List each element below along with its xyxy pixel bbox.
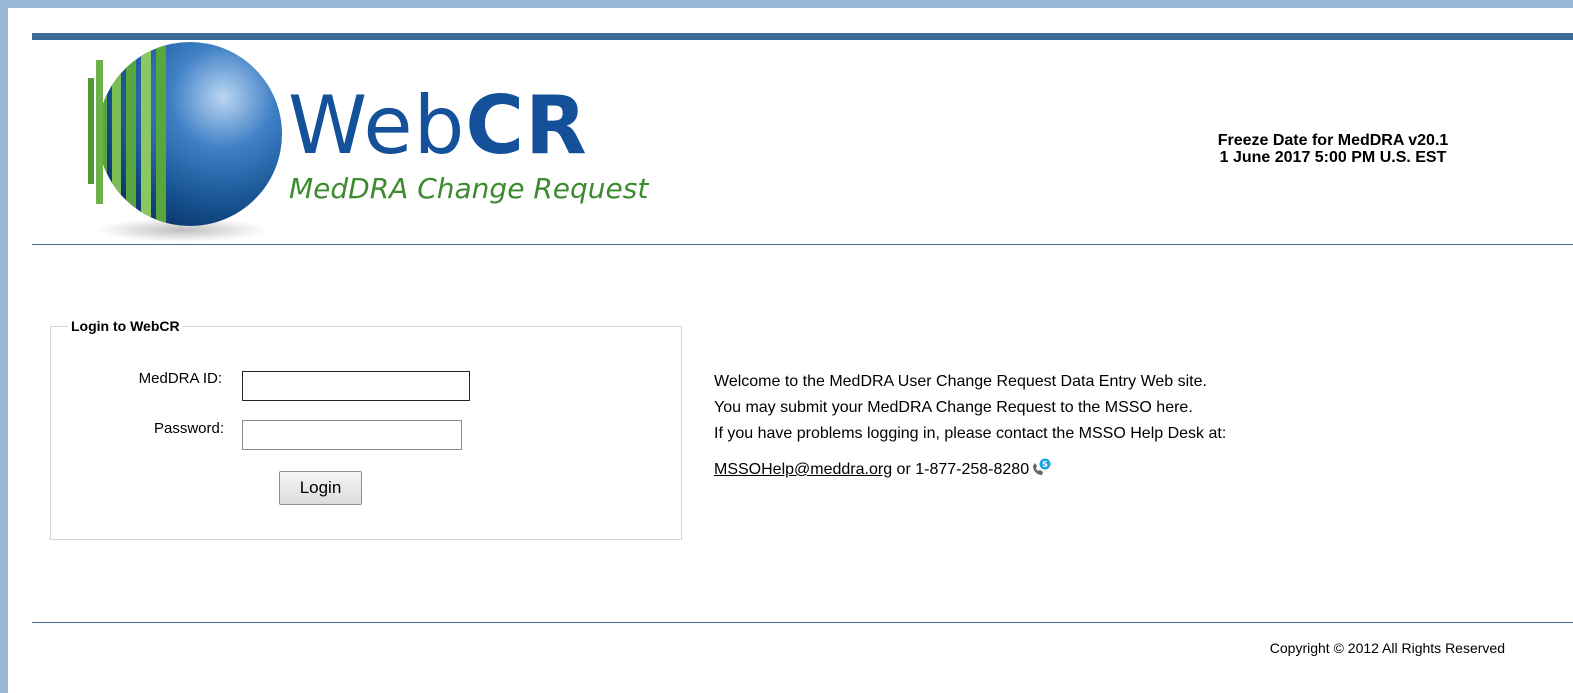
- meddra-id-label: MedDRA ID:: [138, 370, 222, 387]
- meddra-id-input[interactable]: [242, 371, 470, 401]
- login-button[interactable]: Login: [279, 471, 362, 505]
- welcome-line1: Welcome to the MedDRA User Change Reques…: [714, 373, 1207, 390]
- webcr-globe-logo: [88, 42, 282, 242]
- login-legend: Login to WebCR: [71, 318, 180, 334]
- contact-line: MSSOHelp@meddra.org or 1-877-258-8280 S: [714, 457, 1226, 483]
- password-input[interactable]: [242, 420, 462, 450]
- header-divider: [32, 244, 1573, 245]
- logo-title: WebCR: [288, 86, 588, 166]
- freeze-date-line1: Freeze Date for MedDRA v20.1: [1217, 132, 1449, 149]
- password-label: Password:: [153, 420, 224, 437]
- freeze-date-notice: Freeze Date for MedDRA v20.1 1 June 2017…: [1148, 132, 1518, 166]
- welcome-line3: If you have problems logging in, please …: [714, 425, 1227, 442]
- welcome-line2: You may submit your MedDRA Change Reques…: [714, 399, 1193, 416]
- welcome-text: Welcome to the MedDRA User Change Reques…: [714, 369, 1226, 483]
- help-desk-email-link[interactable]: MSSOHelp@meddra.org: [714, 461, 892, 478]
- copyright-text: Copyright © 2012 All Rights Reserved: [1269, 640, 1505, 656]
- logo-title-regular: Web: [288, 79, 466, 172]
- contact-or-text: or: [892, 461, 916, 478]
- help-desk-phone: 1-877-258-8280: [915, 461, 1030, 478]
- footer-divider: [32, 622, 1573, 623]
- skype-call-icon[interactable]: S: [1030, 458, 1052, 478]
- page: WebCR MedDRA Change Request Freeze Date …: [8, 8, 1573, 693]
- logo-title-bold: CR: [465, 79, 588, 172]
- freeze-date-line2: 1 June 2017 5:00 PM U.S. EST: [1219, 149, 1447, 166]
- svg-text:S: S: [1042, 460, 1048, 469]
- logo-subtitle: MedDRA Change Request: [289, 172, 649, 205]
